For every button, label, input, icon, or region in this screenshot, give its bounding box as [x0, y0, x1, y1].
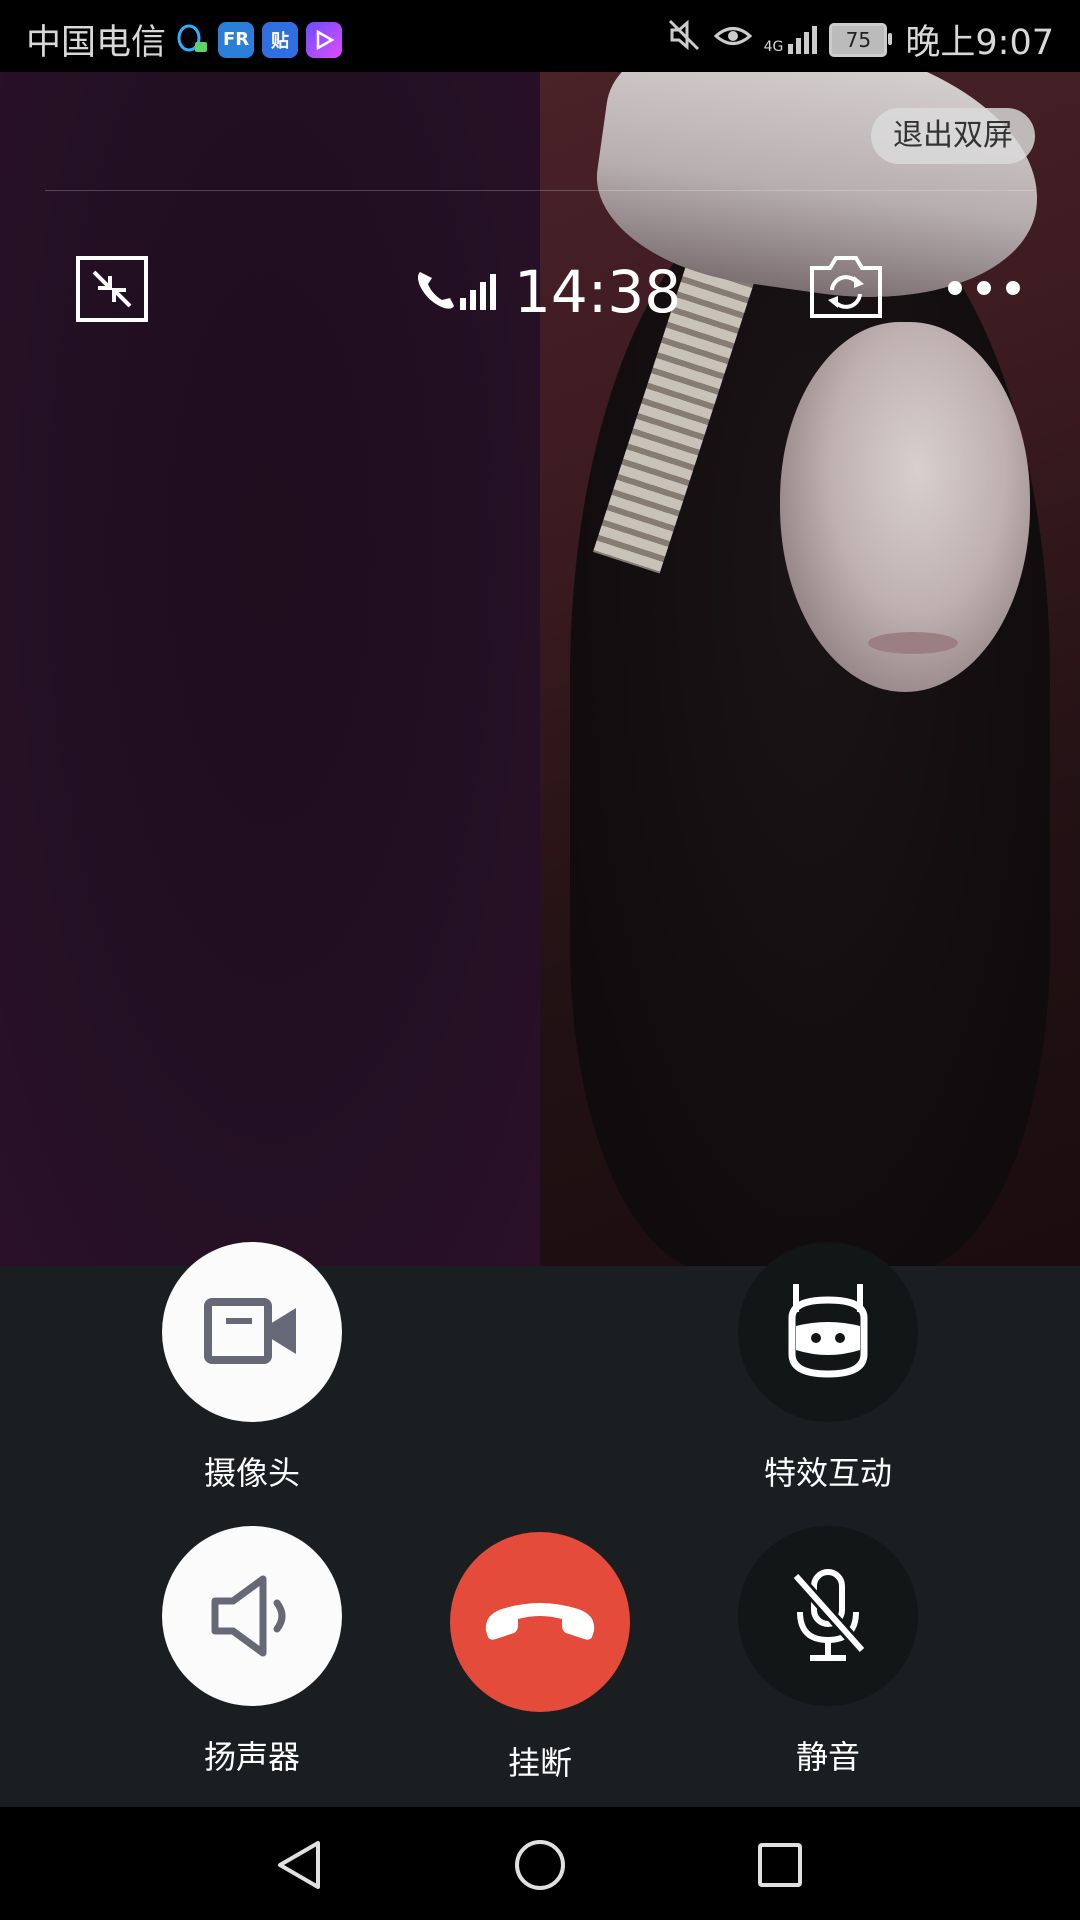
switch-camera-icon[interactable] — [808, 254, 884, 320]
speaker-label: 扬声器 — [203, 1738, 300, 1776]
back-icon[interactable] — [272, 1837, 328, 1893]
call-control-panel: 摄像头 特效互动 扬声器 挂断 静音 — [0, 1242, 1080, 1807]
hangup-control: 挂断 — [450, 1532, 630, 1784]
mute-icon — [666, 17, 702, 62]
video-call-area: 退出双屏 14:38 — [0, 72, 1080, 1266]
video-app-icon — [306, 21, 343, 58]
remote-person-lips — [868, 632, 958, 654]
call-status: 14:38 — [414, 252, 681, 332]
navigation-bar — [0, 1807, 1080, 1920]
mute-button[interactable] — [738, 1526, 918, 1706]
camera-label: 摄像头 — [203, 1454, 300, 1492]
effects-control: 特效互动 — [738, 1242, 918, 1494]
hangup-label: 挂断 — [507, 1744, 572, 1782]
minimize-icon[interactable] — [76, 256, 148, 322]
qq-icon — [174, 22, 210, 58]
microphone-off-icon — [791, 1569, 867, 1661]
effects-button[interactable] — [738, 1242, 918, 1422]
video-camera-icon — [204, 1298, 296, 1364]
call-top-controls: 14:38 — [0, 252, 1080, 332]
status-left: 中国电信 FR 贴 — [26, 14, 343, 65]
tieba-icon: 贴 — [262, 21, 299, 58]
status-bar: 中国电信 FR 贴 4G 75 晚上9:07 — [0, 0, 1080, 72]
hangup-button[interactable] — [450, 1532, 630, 1712]
mute-control: 静音 — [738, 1526, 918, 1778]
speaker-button[interactable] — [162, 1526, 342, 1706]
status-right: 4G 75 晚上9:07 — [666, 14, 1054, 65]
fr-icon: FR — [218, 21, 255, 58]
hangup-phone-icon — [485, 1603, 595, 1640]
battery-icon: 75 — [829, 22, 893, 57]
camera-button[interactable] — [162, 1242, 342, 1422]
more-options-icon[interactable] — [948, 268, 1020, 308]
call-duration: 14:38 — [514, 258, 682, 326]
speaker-control: 扬声器 — [162, 1526, 342, 1778]
4g-signal-icon: 4G — [764, 25, 818, 54]
effects-label: 特效互动 — [763, 1454, 892, 1492]
camera-control: 摄像头 — [162, 1242, 342, 1494]
phone-signal-icon — [414, 268, 496, 316]
home-icon[interactable] — [512, 1837, 568, 1893]
eye-icon — [713, 20, 752, 60]
overlay-divider — [45, 190, 1035, 191]
exit-dual-screen-button[interactable]: 退出双屏 — [871, 108, 1035, 164]
speaker-icon — [211, 1575, 286, 1657]
recents-icon[interactable] — [752, 1837, 808, 1893]
mute-label: 静音 — [795, 1738, 860, 1776]
carrier-name: 中国电信 — [26, 23, 167, 63]
robot-face-icon — [788, 1284, 868, 1378]
clock: 晚上9:07 — [905, 23, 1054, 63]
